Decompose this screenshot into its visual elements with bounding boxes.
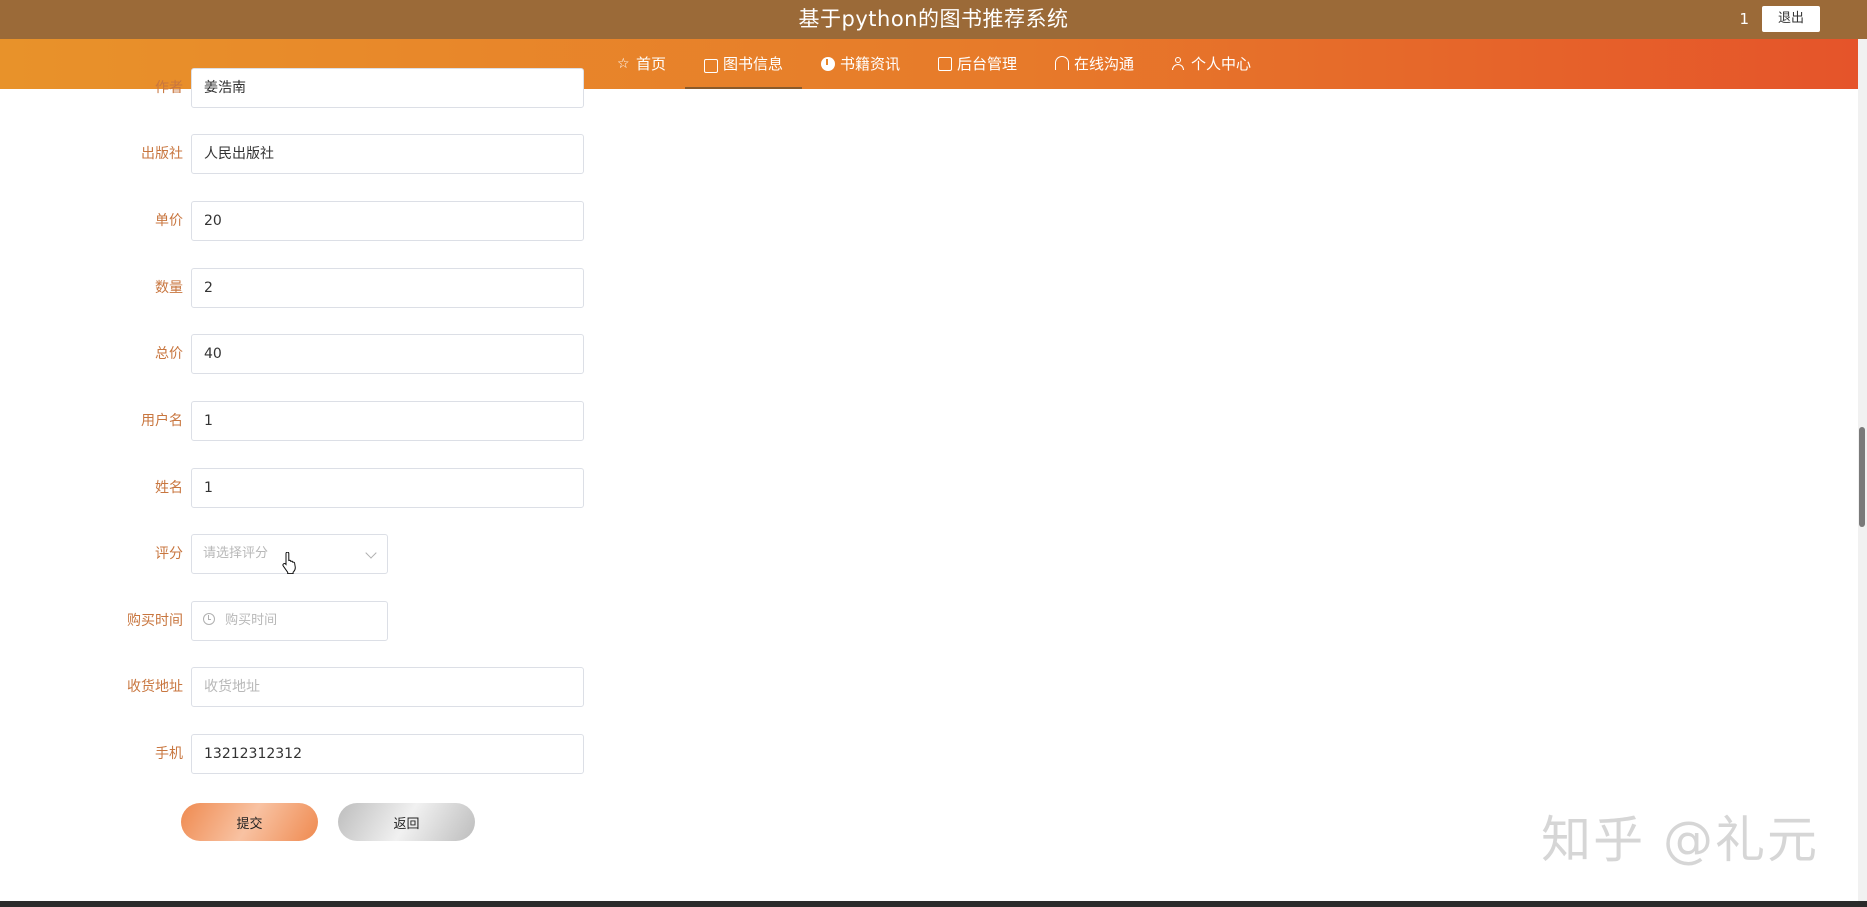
form-row-author: 作者 — [0, 68, 600, 108]
headset-icon — [1055, 56, 1070, 70]
form-row-purchase-time: 购买时间 购买时间 — [0, 601, 600, 641]
form-row-address: 收货地址 — [0, 667, 600, 707]
address-field[interactable] — [191, 667, 584, 707]
name-field[interactable] — [191, 468, 584, 508]
nav-item-label: 图书信息 — [722, 55, 783, 73]
box-icon — [938, 57, 952, 71]
nav-item-admin[interactable]: 后台管理 — [919, 39, 1036, 89]
form-row-quantity: 数量 — [0, 268, 600, 308]
rating-placeholder: 请选择评分 — [203, 546, 269, 561]
app-title: 基于python的图书推荐系统 — [798, 7, 1069, 31]
quantity-field[interactable] — [191, 268, 584, 308]
form-row-name: 姓名 — [0, 468, 600, 508]
form-row-publisher: 出版社 — [0, 134, 600, 174]
user-icon — [1172, 57, 1186, 71]
nav-item-chat[interactable]: 在线沟通 — [1036, 39, 1153, 89]
form-row-price: 单价 — [0, 201, 600, 241]
publisher-label: 出版社 — [141, 146, 183, 162]
form-row-rating: 评分 请选择评分 — [0, 534, 600, 574]
price-label: 单价 — [155, 213, 183, 229]
nav-item-book-news[interactable]: 书籍资讯 — [802, 39, 919, 89]
form-row-username: 用户名 — [0, 401, 600, 441]
phone-label: 手机 — [155, 746, 183, 762]
scrollbar-thumb[interactable] — [1859, 427, 1865, 527]
hand-cursor-icon — [282, 552, 296, 574]
logout-button[interactable]: 退出 — [1762, 6, 1820, 32]
purchase-time-picker[interactable]: 购买时间 — [191, 601, 388, 641]
username-label: 用户名 — [141, 413, 183, 429]
nav-item-home[interactable]: ☆ 首页 — [598, 39, 685, 89]
bag-icon — [703, 58, 718, 73]
author-label: 作者 — [155, 80, 183, 96]
chevron-down-icon — [365, 547, 377, 559]
total-field[interactable] — [191, 334, 584, 374]
nav-item-book-info[interactable]: 图书信息 — [684, 39, 803, 89]
info-icon — [820, 57, 835, 71]
nav-item-label: 后台管理 — [957, 55, 1018, 73]
nav-item-label: 首页 — [635, 55, 666, 73]
submit-button[interactable]: 提交 — [181, 803, 318, 841]
rating-label: 评分 — [155, 546, 183, 562]
clock-icon — [203, 613, 215, 625]
address-label: 收货地址 — [127, 679, 183, 695]
username-field[interactable] — [191, 401, 584, 441]
price-field[interactable] — [191, 201, 584, 241]
author-field[interactable] — [191, 68, 584, 108]
page-scrollbar[interactable] — [1858, 39, 1867, 901]
back-button[interactable]: 返回 — [338, 803, 475, 841]
phone-field[interactable] — [191, 734, 584, 774]
purchase-time-placeholder: 购买时间 — [225, 613, 278, 628]
total-label: 总价 — [155, 346, 183, 362]
current-username: 1 — [1739, 10, 1749, 28]
form-row-phone: 手机 — [0, 734, 600, 774]
name-label: 姓名 — [155, 480, 183, 496]
quantity-label: 数量 — [155, 280, 183, 296]
nav-item-label: 个人中心 — [1191, 55, 1252, 73]
nav-item-profile[interactable]: 个人中心 — [1153, 39, 1270, 89]
top-bar: 基于python的图书推荐系统 1 退出 — [0, 0, 1867, 39]
form-row-total: 总价 — [0, 334, 600, 374]
publisher-field[interactable] — [191, 134, 584, 174]
star-icon: ☆ — [616, 56, 630, 72]
bottom-strip — [0, 901, 1867, 907]
nav-item-label: 书籍资讯 — [839, 55, 900, 73]
watermark: 知乎 @礼元 — [1541, 811, 1819, 869]
purchase-time-label: 购买时间 — [127, 613, 183, 629]
nav-item-label: 在线沟通 — [1074, 55, 1135, 73]
